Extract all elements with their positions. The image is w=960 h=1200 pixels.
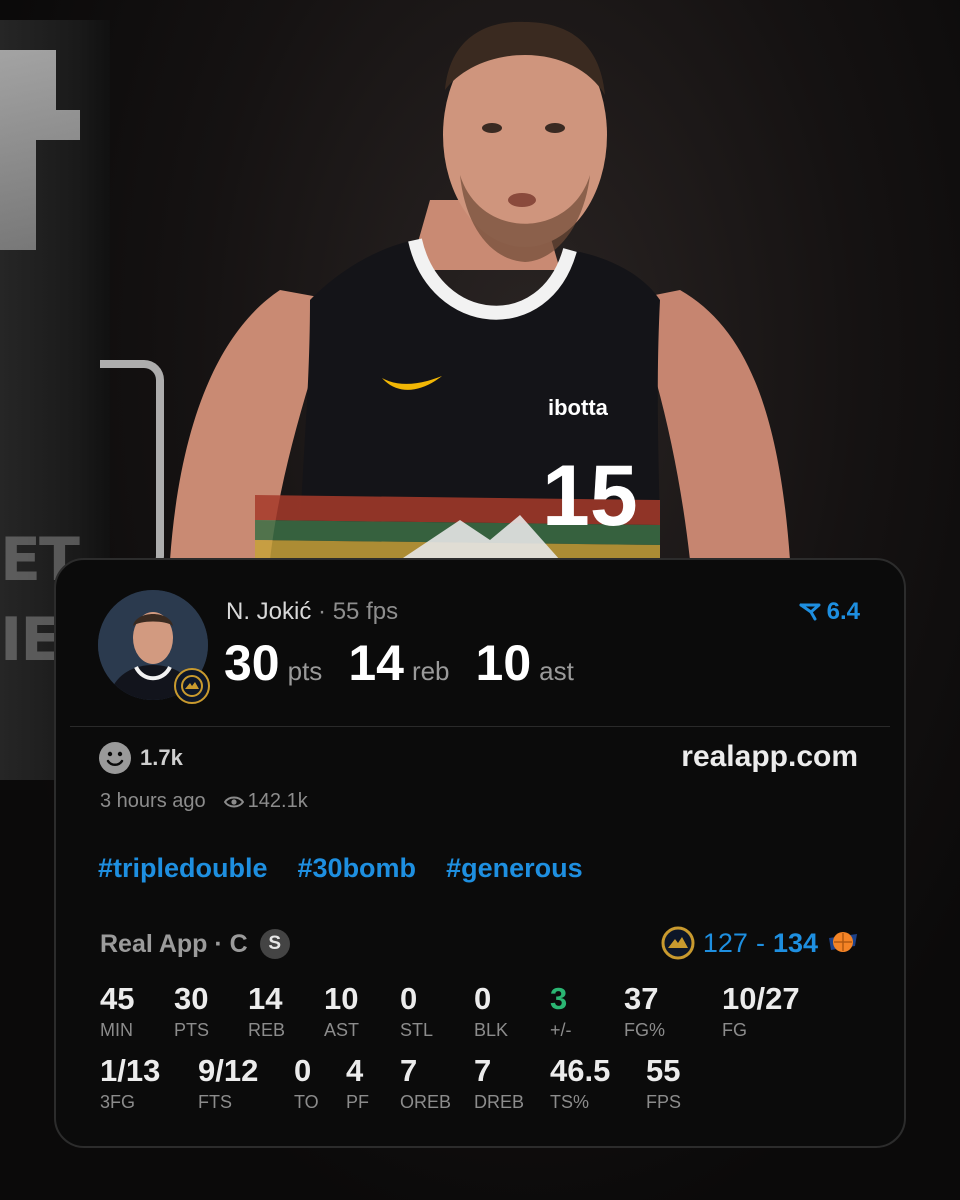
background-rail	[100, 360, 164, 576]
stat-fps: 55 FPS	[646, 1054, 681, 1113]
stat-label: MIN	[100, 1020, 133, 1040]
stat-value: 3	[550, 981, 568, 1016]
svg-text:15: 15	[542, 448, 638, 544]
reaction-button[interactable]: 1.7k	[98, 741, 183, 775]
rating-arrow-icon	[799, 603, 821, 621]
stat-reb: 14 REB	[248, 982, 285, 1041]
time-ago: 3 hours ago	[100, 790, 206, 812]
smiley-icon	[99, 742, 131, 774]
stat-value: 46.5	[550, 1053, 611, 1088]
score-away: 134	[772, 927, 818, 958]
stat-value: 14	[248, 981, 283, 1016]
stat-oreb: 7 OREB	[400, 1054, 451, 1113]
rating-badge[interactable]: 6.4	[799, 598, 860, 626]
nuggets-logo-icon	[174, 668, 210, 704]
hashtag-generous[interactable]: #generous	[446, 853, 583, 884]
rating-value: 6.4	[826, 598, 860, 625]
stat-blk: 0 BLK	[474, 982, 508, 1041]
stat-fg-pct: 37 FG%	[624, 982, 665, 1041]
stat-min: 45 MIN	[100, 982, 134, 1041]
eye-icon	[223, 796, 244, 807]
hashtag-30bomb[interactable]: #30bomb	[298, 853, 417, 884]
views: 142.1k	[223, 790, 308, 813]
stat-label: FG	[722, 1020, 747, 1040]
headline-pts-value: 30	[224, 635, 280, 691]
stat-value: 55	[646, 1053, 681, 1088]
stat-label: REB	[248, 1020, 286, 1040]
stat-value: 0	[474, 981, 492, 1016]
stat-label: TS%	[550, 1092, 590, 1112]
stat-fts: 9/12 FTS	[198, 1054, 258, 1113]
knicks-logo-icon	[829, 932, 857, 952]
stat-ast: 10 AST	[324, 982, 359, 1041]
headline-ast-value: 10	[475, 635, 532, 691]
stat-label: DREB	[474, 1092, 525, 1112]
stat-label: OREB	[400, 1092, 452, 1112]
stat-ts-pct: 46.5 TS%	[550, 1054, 610, 1113]
stat-value: 0	[294, 1053, 312, 1088]
source-text: Real App · C	[100, 929, 248, 958]
stat-label: 3FG	[100, 1092, 136, 1112]
stat-label: BLK	[474, 1020, 509, 1040]
stat-value: 45	[100, 981, 135, 1016]
stat-label: TO	[294, 1092, 319, 1112]
player-fps: 55 fps	[332, 598, 399, 625]
player-name-line: N. Jokić · 55 fps	[226, 598, 398, 626]
nuggets-logo-icon	[661, 926, 695, 960]
reaction-count: 1.7k	[140, 745, 183, 770]
score-home: 127	[702, 927, 748, 958]
headline-ast-unit: ast	[539, 656, 574, 686]
stat-value: 7	[400, 1053, 418, 1088]
stat-card[interactable]: N. Jokić · 55 fps 6.4 30 pts 14 reb 10 a…	[54, 558, 906, 1148]
stat-plus-minus: 3 +/-	[550, 982, 572, 1041]
player-photo: ibotta 15	[170, 21, 790, 560]
stat-label: FPS	[646, 1092, 682, 1112]
stat-value: 37	[624, 981, 659, 1016]
stat-value: 10	[324, 981, 359, 1016]
stat-fg: 10/27 FG	[722, 982, 800, 1041]
view-count: 142.1k	[247, 790, 308, 812]
separator: ·	[318, 598, 327, 625]
stat-value: 0	[400, 981, 418, 1016]
stat-3fg: 1/13 3FG	[100, 1054, 160, 1113]
stat-to: 0 TO	[294, 1054, 319, 1113]
player-name[interactable]: N. Jokić	[226, 598, 311, 625]
site-link[interactable]: realapp.com	[681, 740, 858, 774]
hashtags: #tripledouble #30bomb #generous	[98, 853, 583, 884]
stat-value: 1/13	[100, 1053, 161, 1088]
headline-reb-value: 14	[348, 635, 404, 691]
divider	[70, 726, 890, 727]
post-meta: 3 hours ago 142.1k	[100, 790, 308, 813]
stat-value: 30	[174, 981, 209, 1016]
stat-value: 9/12	[198, 1053, 259, 1088]
stat-label: +/-	[550, 1020, 572, 1040]
stat-label: PTS	[174, 1020, 210, 1040]
s-badge: S	[259, 929, 290, 959]
hashtag-tripledouble[interactable]: #tripledouble	[98, 853, 268, 884]
stat-label: AST	[324, 1020, 360, 1040]
stat-dreb: 7 DREB	[474, 1054, 524, 1113]
stat-pf: 4 PF	[346, 1054, 369, 1113]
svg-text:ibotta: ibotta	[548, 395, 609, 420]
headline-pts-unit: pts	[287, 656, 323, 686]
stat-label: FTS	[198, 1092, 232, 1112]
stat-pts: 30 PTS	[174, 982, 209, 1041]
stat-label: PF	[346, 1092, 370, 1112]
stat-value: 10/27	[722, 981, 800, 1016]
stat-stl: 0 STL	[400, 982, 433, 1041]
source-label: Real App · C S	[100, 929, 290, 959]
stat-value: 7	[474, 1053, 492, 1088]
stat-label: STL	[400, 1020, 434, 1040]
game-score[interactable]: 127-134	[661, 926, 860, 960]
headline-reb-unit: reb	[411, 656, 450, 686]
stat-label: FG%	[624, 1020, 666, 1040]
stat-value: 4	[346, 1053, 364, 1088]
headline-stats: 30 pts 14 reb 10 ast	[224, 634, 600, 692]
score-dash: -	[755, 927, 765, 958]
